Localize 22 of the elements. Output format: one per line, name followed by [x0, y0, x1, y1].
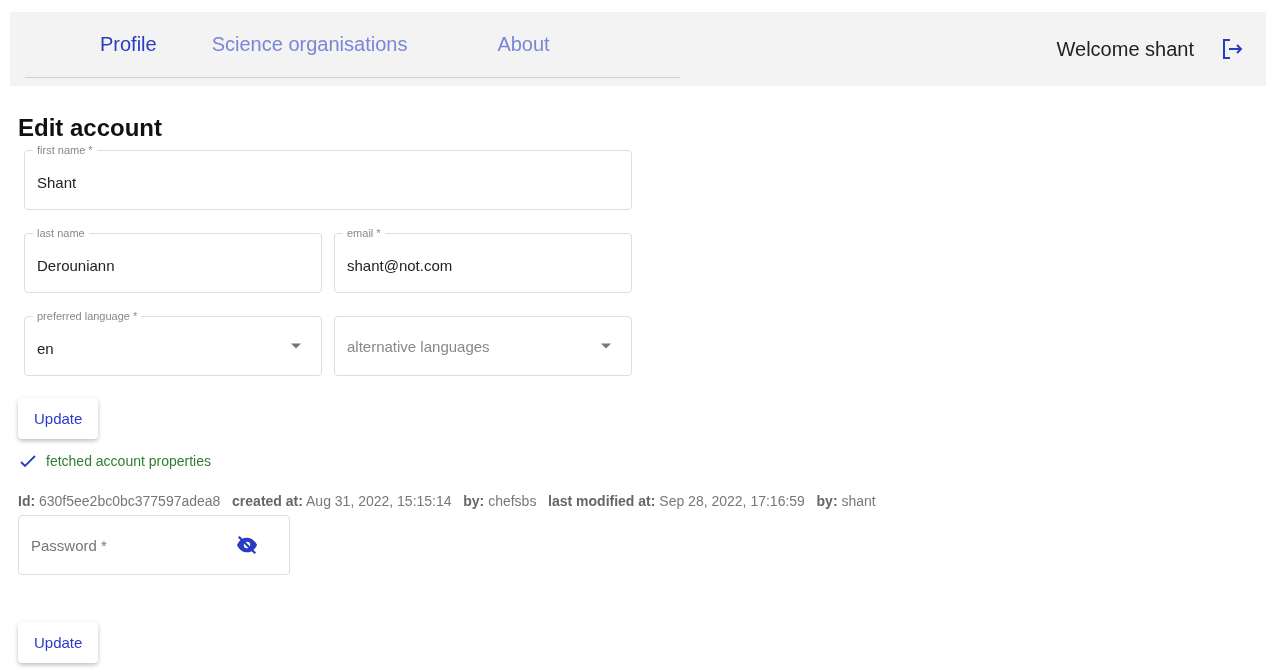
eye-slash-icon[interactable] [236, 534, 258, 556]
field-label: email * [343, 227, 385, 240]
dropdown-arrow-icon[interactable] [291, 343, 301, 349]
field-value: Shant [37, 173, 78, 191]
welcome-text: Welcome shant [1056, 37, 1194, 61]
field-label: first name * [33, 144, 97, 157]
select-field[interactable]: alternative languages [334, 316, 632, 376]
field-value: shant@not.com [347, 256, 454, 274]
field-value: en [37, 339, 55, 357]
field-label: preferred language * [33, 310, 142, 323]
page-title: Edit account [18, 114, 163, 142]
password-field[interactable]: Password * [18, 515, 290, 575]
account-metadata: Id: 630f5ee2bc0bc377597adea8 created at: Aug 31, 2022, 15:15:14 by: chefsbs last modified at: Sep 28, 2022, 17:16:59 by: shant [18, 493, 877, 509]
field-placeholder: alternative languages [347, 337, 491, 355]
field-label: last name [33, 227, 89, 240]
dropdown-arrow-icon[interactable] [601, 343, 611, 349]
field-value: Derouniann [37, 256, 116, 274]
update-password-button[interactable]: Update [18, 622, 99, 663]
logout-icon[interactable] [1220, 37, 1244, 61]
status-message: fetched account properties [46, 453, 211, 469]
nav-tab[interactable]: Profile [100, 12, 157, 77]
update-button[interactable]: Update [18, 398, 99, 439]
